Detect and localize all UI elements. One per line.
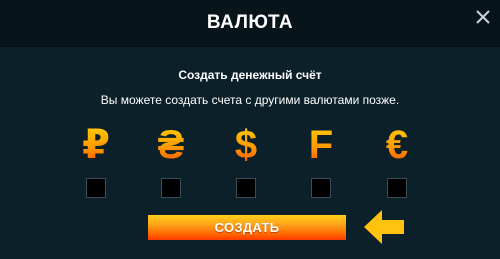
arrow-left-icon [364,210,404,244]
hryvnia-icon: ₴ [149,123,193,167]
modal-header: ВАЛЮТА [0,0,500,47]
modal-body: Создать денежный счёт Вы можете создать … [0,47,500,259]
euro-icon: € [375,123,419,167]
close-button[interactable] [472,6,494,28]
modal-title: ВАЛЮТА [206,12,294,33]
franc-icon: F [299,123,343,167]
close-icon [476,10,490,24]
checkbox-franc[interactable] [311,178,331,198]
checkbox-hryvnia[interactable] [161,178,181,198]
description: Вы можете создать счета с другими валюта… [100,93,400,107]
subtitle: Создать денежный счёт [178,68,322,82]
dollar-icon: $ [224,123,268,167]
create-button[interactable]: СОЗДАТЬ [148,215,346,240]
checkbox-euro[interactable] [387,178,407,198]
checkbox-ruble[interactable] [86,178,106,198]
ruble-icon: ₽ [74,123,118,167]
checkbox-dollar[interactable] [236,178,256,198]
